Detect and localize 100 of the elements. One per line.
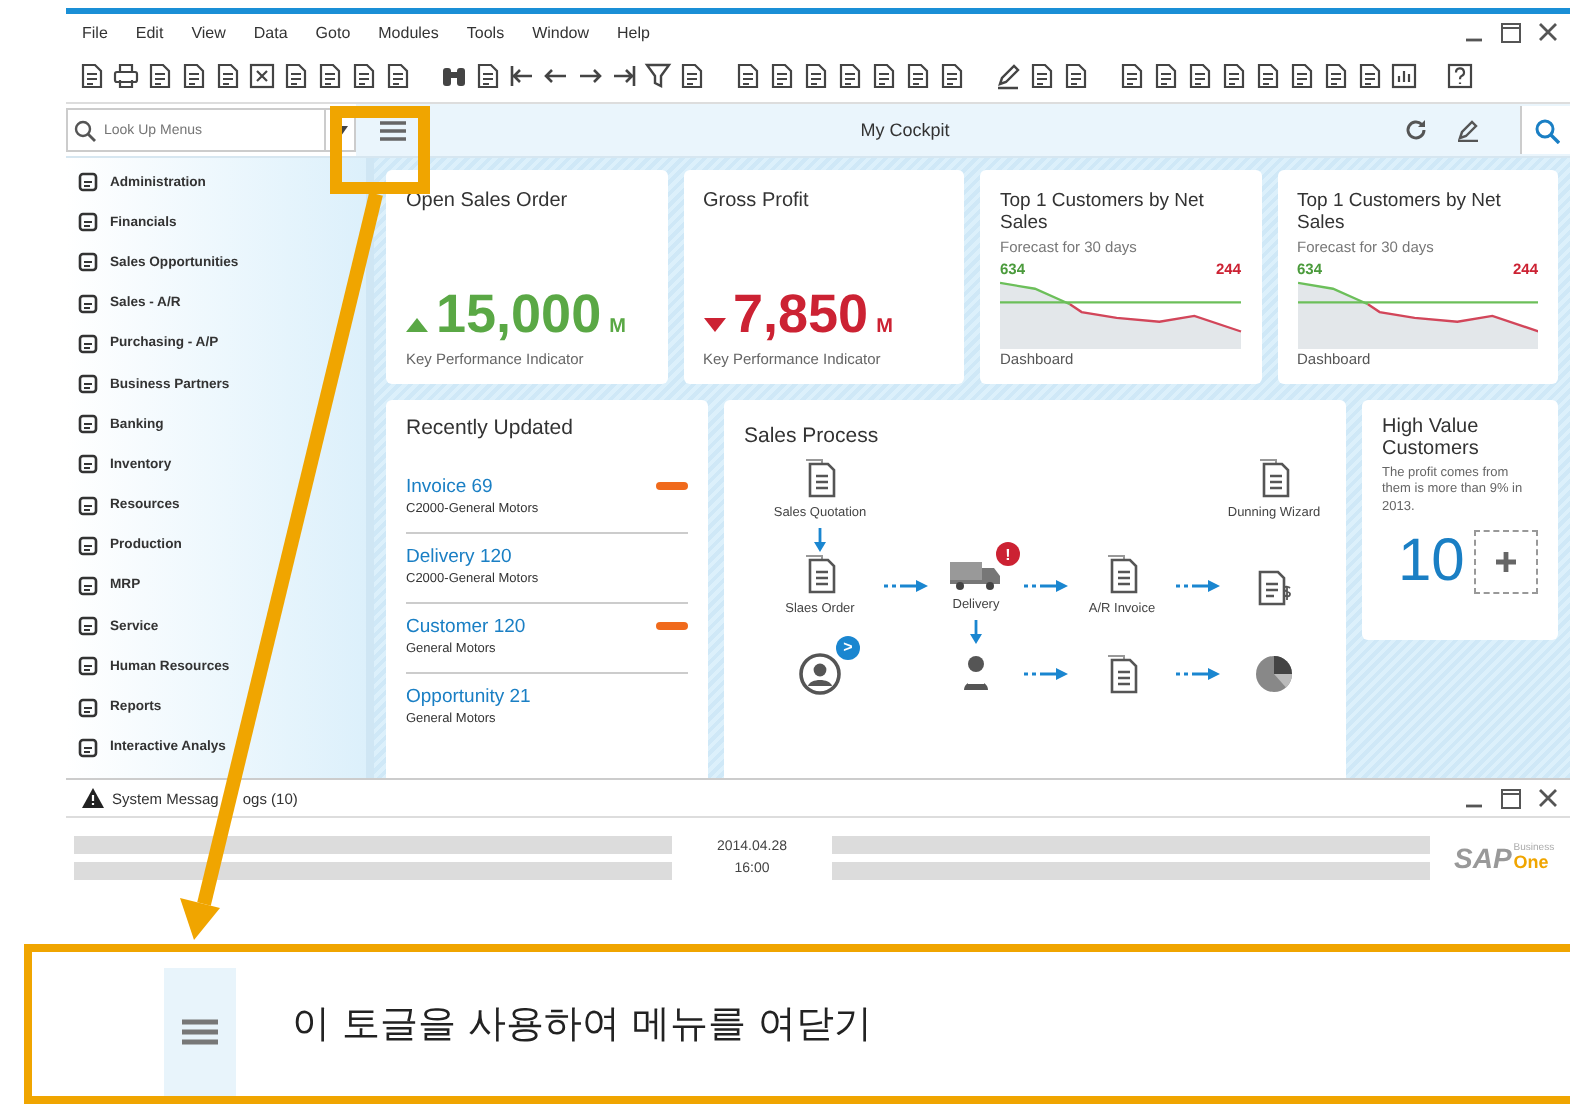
menu-item[interactable]: File bbox=[82, 23, 108, 41]
first-arrow-icon[interactable] bbox=[508, 62, 536, 90]
menu-item[interactable]: Edit bbox=[135, 23, 164, 41]
menu-item[interactable]: Window bbox=[532, 23, 590, 41]
kpi-value: 7,850 bbox=[733, 287, 869, 342]
document-icon[interactable] bbox=[768, 62, 796, 90]
menu-icon[interactable] bbox=[380, 119, 406, 141]
plus-icon bbox=[1496, 552, 1516, 573]
document-icon[interactable] bbox=[146, 62, 174, 90]
document-icon[interactable] bbox=[316, 62, 344, 90]
item-link[interactable]: Delivery 120 bbox=[406, 545, 512, 568]
dollar-document-icon[interactable] bbox=[1254, 565, 1294, 606]
document-icon[interactable] bbox=[803, 458, 836, 499]
truck-icon[interactable] bbox=[950, 558, 1002, 591]
document-icon[interactable] bbox=[1152, 62, 1180, 90]
item-link[interactable]: Invoice 69 bbox=[406, 475, 493, 498]
close-icon[interactable] bbox=[1538, 788, 1558, 808]
document-icon[interactable] bbox=[1356, 62, 1384, 90]
document-icon[interactable] bbox=[904, 62, 932, 90]
search-icon bbox=[74, 120, 96, 142]
module-icon bbox=[78, 495, 98, 516]
menu-item[interactable]: Goto bbox=[315, 23, 351, 41]
module-icon bbox=[78, 252, 98, 273]
status-badge: ! bbox=[996, 542, 1020, 567]
binoculars-icon[interactable] bbox=[440, 62, 468, 90]
document-icon[interactable] bbox=[214, 62, 242, 90]
menu-icon bbox=[182, 1018, 218, 1046]
menu-item[interactable]: Data bbox=[253, 23, 288, 41]
module-icon bbox=[78, 374, 98, 395]
cockpit-title: My Cockpit bbox=[858, 120, 952, 140]
person-icon[interactable] bbox=[962, 653, 990, 694]
document-icon[interactable] bbox=[836, 62, 864, 90]
item-link[interactable]: Opportunity 21 bbox=[406, 685, 531, 708]
document-icon[interactable] bbox=[1186, 62, 1214, 90]
module-icon bbox=[78, 616, 98, 637]
kpi-unit: M bbox=[876, 315, 893, 338]
document-icon[interactable] bbox=[474, 62, 502, 90]
pen-icon[interactable] bbox=[1456, 118, 1480, 142]
module-icon bbox=[78, 293, 98, 314]
search-button[interactable] bbox=[1520, 106, 1570, 154]
document-icon[interactable] bbox=[678, 62, 706, 90]
right-arrow-icon bbox=[1176, 579, 1220, 592]
right-arrow-icon bbox=[1176, 667, 1220, 680]
pie-chart-icon[interactable] bbox=[1254, 653, 1294, 694]
help-icon[interactable] bbox=[1446, 62, 1474, 90]
document-icon[interactable] bbox=[804, 554, 836, 595]
document-icon[interactable] bbox=[1254, 62, 1282, 90]
document-icon[interactable] bbox=[384, 62, 412, 90]
document-icon[interactable] bbox=[1106, 653, 1138, 694]
module-icon bbox=[78, 575, 98, 596]
menu-item[interactable]: Modules bbox=[378, 23, 439, 41]
maximize-icon[interactable] bbox=[1500, 787, 1522, 809]
logo-product: One bbox=[1513, 854, 1551, 872]
document-icon[interactable] bbox=[78, 62, 106, 90]
warning-icon bbox=[82, 788, 104, 808]
document-icon[interactable] bbox=[282, 62, 310, 90]
status-badge: > bbox=[836, 635, 860, 660]
module-icon bbox=[78, 172, 98, 193]
right-arrow-icon bbox=[1024, 579, 1068, 592]
close-icon[interactable] bbox=[1538, 22, 1558, 42]
last-arrow-icon[interactable] bbox=[610, 62, 638, 90]
document-icon[interactable] bbox=[870, 62, 898, 90]
document-icon[interactable] bbox=[1062, 62, 1090, 90]
kpi-value: 15,000 bbox=[436, 287, 602, 342]
right-arrow-icon bbox=[1024, 667, 1068, 680]
document-icon[interactable] bbox=[180, 62, 208, 90]
person-circle-icon[interactable] bbox=[798, 651, 842, 696]
document-icon[interactable] bbox=[734, 62, 762, 90]
document-icon[interactable] bbox=[350, 62, 378, 90]
close-box-icon[interactable] bbox=[248, 62, 276, 90]
filter-icon[interactable] bbox=[644, 62, 672, 90]
module-icon bbox=[78, 212, 98, 233]
maximize-icon[interactable] bbox=[1500, 21, 1522, 43]
document-icon[interactable] bbox=[1220, 62, 1248, 90]
refresh-icon[interactable] bbox=[1404, 118, 1428, 142]
document-icon[interactable] bbox=[1322, 62, 1350, 90]
module-icon bbox=[78, 414, 98, 435]
document-icon[interactable] bbox=[1028, 62, 1056, 90]
menu-item[interactable]: Help bbox=[617, 23, 650, 41]
highlight-frame bbox=[330, 106, 430, 194]
card-title: Gross Profit bbox=[703, 190, 811, 212]
document-icon[interactable] bbox=[1106, 554, 1138, 595]
pen-icon[interactable] bbox=[994, 62, 1022, 90]
document-icon[interactable] bbox=[1118, 62, 1146, 90]
document-icon[interactable] bbox=[1258, 458, 1290, 499]
down-arrow-icon bbox=[970, 619, 982, 644]
document-icon[interactable] bbox=[1288, 62, 1316, 90]
kpi-unit: M bbox=[609, 315, 626, 338]
item-link[interactable]: Customer 120 bbox=[406, 615, 526, 638]
menu-item[interactable]: Tools bbox=[466, 23, 505, 41]
menu-item[interactable]: View bbox=[191, 23, 226, 41]
document-icon[interactable] bbox=[938, 62, 966, 90]
module-icon bbox=[78, 697, 98, 718]
chart-icon[interactable] bbox=[1390, 62, 1418, 90]
document-icon[interactable] bbox=[802, 62, 830, 90]
card-title: Sales Process bbox=[744, 423, 879, 448]
module-icon bbox=[78, 454, 98, 475]
add-button[interactable] bbox=[1474, 530, 1538, 595]
card-title: Top 1 Customers by Net Sales bbox=[1297, 190, 1503, 236]
printer-icon[interactable] bbox=[112, 62, 140, 90]
